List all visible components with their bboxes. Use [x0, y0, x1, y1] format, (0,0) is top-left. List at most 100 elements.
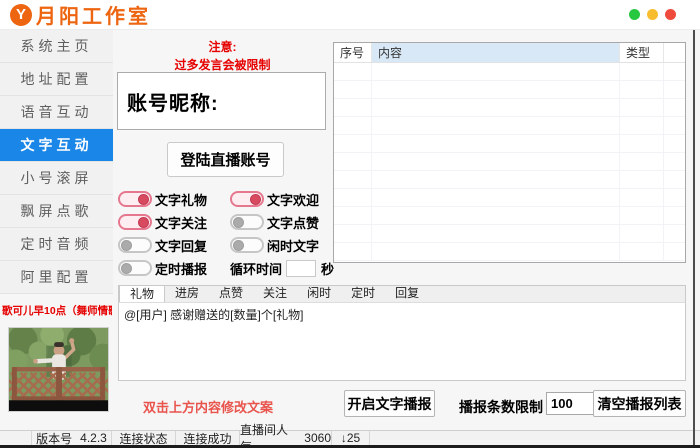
table-row[interactable]: [334, 63, 685, 81]
table-cell: [664, 153, 685, 170]
status-popularity: 直播间人气 3060: [240, 431, 332, 445]
clear-broadcast-list-button[interactable]: 清空播报列表: [593, 390, 686, 417]
loop-time-label: 循环时间: [230, 259, 282, 278]
table-cell: [372, 207, 620, 224]
table-cell: [334, 99, 372, 116]
toggle-knob: [138, 217, 149, 228]
toggle-switch[interactable]: [118, 191, 152, 207]
toggle-row: 定时播报: [118, 257, 230, 279]
nickname-label: 账号昵称:: [127, 87, 219, 116]
broadcast-limit-input[interactable]: [546, 392, 594, 415]
phrase-tab[interactable]: 礼物: [119, 285, 165, 302]
phrase-tab[interactable]: 点赞: [209, 285, 253, 302]
toggle-switch[interactable]: [118, 237, 152, 253]
sidebar-item[interactable]: 飘屏点歌: [0, 195, 113, 228]
toggle-row: 文字回复: [118, 234, 230, 256]
toggle-label: 文字点赞: [267, 213, 319, 232]
table-cell: [334, 153, 372, 170]
toggle-switch[interactable]: [118, 214, 152, 230]
sidebar-item[interactable]: 定时音频: [0, 228, 113, 261]
table-cell: [372, 81, 620, 98]
phrase-tab[interactable]: 关注: [253, 285, 297, 302]
table-header: 序号 内容 类型: [334, 43, 685, 63]
phrase-tab[interactable]: 进房: [165, 285, 209, 302]
table-cell: [334, 189, 372, 206]
sidebar-item[interactable]: 地址配置: [0, 63, 113, 96]
table-cell: [664, 135, 685, 152]
table-row[interactable]: [334, 207, 685, 225]
table-cell: [620, 207, 664, 224]
column-header-content[interactable]: 内容: [372, 43, 620, 62]
table-cell: [664, 171, 685, 188]
toggle-row: 文字关注: [118, 211, 230, 233]
table-row[interactable]: [334, 243, 685, 261]
toggle-knob: [138, 194, 149, 205]
toggle-label: 文字欢迎: [267, 190, 319, 209]
toggle-row: 文字点赞: [230, 211, 344, 233]
table-cell: [334, 243, 372, 260]
toggle-knob: [121, 240, 132, 251]
table-row[interactable]: [334, 225, 685, 243]
table-cell: [664, 81, 685, 98]
login-live-account-button[interactable]: 登陆直播账号: [167, 142, 284, 177]
start-text-broadcast-button[interactable]: 开启文字播报: [344, 390, 435, 417]
toggle-grid: 文字礼物文字欢迎文字关注文字点赞文字回复闲时文字定时播报 循环时间 秒: [118, 188, 344, 279]
phrase-tab[interactable]: 闲时: [297, 285, 341, 302]
table-row[interactable]: [334, 153, 685, 171]
column-header-seq[interactable]: 序号: [334, 43, 372, 62]
video-scene: [9, 328, 108, 411]
table-row[interactable]: [334, 99, 685, 117]
sidebar-item[interactable]: 文字互动: [0, 129, 113, 162]
table-cell: [664, 207, 685, 224]
table-cell: [372, 135, 620, 152]
toggle-switch[interactable]: [118, 260, 152, 276]
toggle-knob: [250, 194, 261, 205]
toggle-row: 文字欢迎: [230, 188, 344, 210]
table-row[interactable]: [334, 135, 685, 153]
phrase-content[interactable]: @[用户] 感谢赠送的[数量]个[礼物]: [118, 302, 686, 381]
table-row[interactable]: [334, 117, 685, 135]
sidebar-item[interactable]: 系统主页: [0, 30, 113, 63]
status-pad: [0, 431, 32, 445]
table-row[interactable]: [334, 189, 685, 207]
phrase-tabstrip: 礼物进房点赞关注闲时定时回复: [118, 285, 686, 302]
sidebar-item[interactable]: 阿里配置: [0, 261, 113, 294]
column-header-type[interactable]: 类型: [620, 43, 664, 62]
close-light-red[interactable]: [665, 9, 676, 20]
phrase-tab[interactable]: 回复: [385, 285, 429, 302]
window-right-edge: [693, 30, 695, 445]
broadcast-limit-label: 播报条数限制: [459, 397, 543, 417]
table-cell: [664, 189, 685, 206]
status-conn-label: 连接状态: [112, 431, 176, 445]
toggle-switch[interactable]: [230, 237, 264, 253]
table-cell: [334, 135, 372, 152]
popularity-label: 直播间人气: [240, 421, 295, 448]
toggle-label: 定时播报: [155, 259, 207, 278]
table-cell: [620, 189, 664, 206]
toggle-knob: [233, 217, 244, 228]
toggle-switch[interactable]: [230, 191, 264, 207]
table-cell: [620, 81, 664, 98]
sidebar-item[interactable]: 语音互动: [0, 96, 113, 129]
restore-light-yellow[interactable]: [647, 9, 658, 20]
table-cell: [334, 207, 372, 224]
table-cell: [334, 171, 372, 188]
table-cell: [664, 99, 685, 116]
table-cell: [334, 225, 372, 242]
phrase-tab[interactable]: 定时: [341, 285, 385, 302]
table-cell: [664, 225, 685, 242]
window-controls: [629, 9, 676, 20]
table-cell: [372, 243, 620, 260]
app-logo-icon: Y: [10, 4, 32, 26]
table-row[interactable]: [334, 81, 685, 99]
table-row[interactable]: [334, 171, 685, 189]
toggle-switch[interactable]: [230, 214, 264, 230]
table-cell: [372, 99, 620, 116]
minimize-light-green[interactable]: [629, 9, 640, 20]
sidebar-item[interactable]: 小号滚屏: [0, 162, 113, 195]
notice-body: 过多发言会被限制: [115, 56, 330, 73]
table-cell: [372, 189, 620, 206]
loop-time-input[interactable]: [286, 260, 316, 277]
table-cell: [372, 171, 620, 188]
table-cell: [334, 117, 372, 134]
